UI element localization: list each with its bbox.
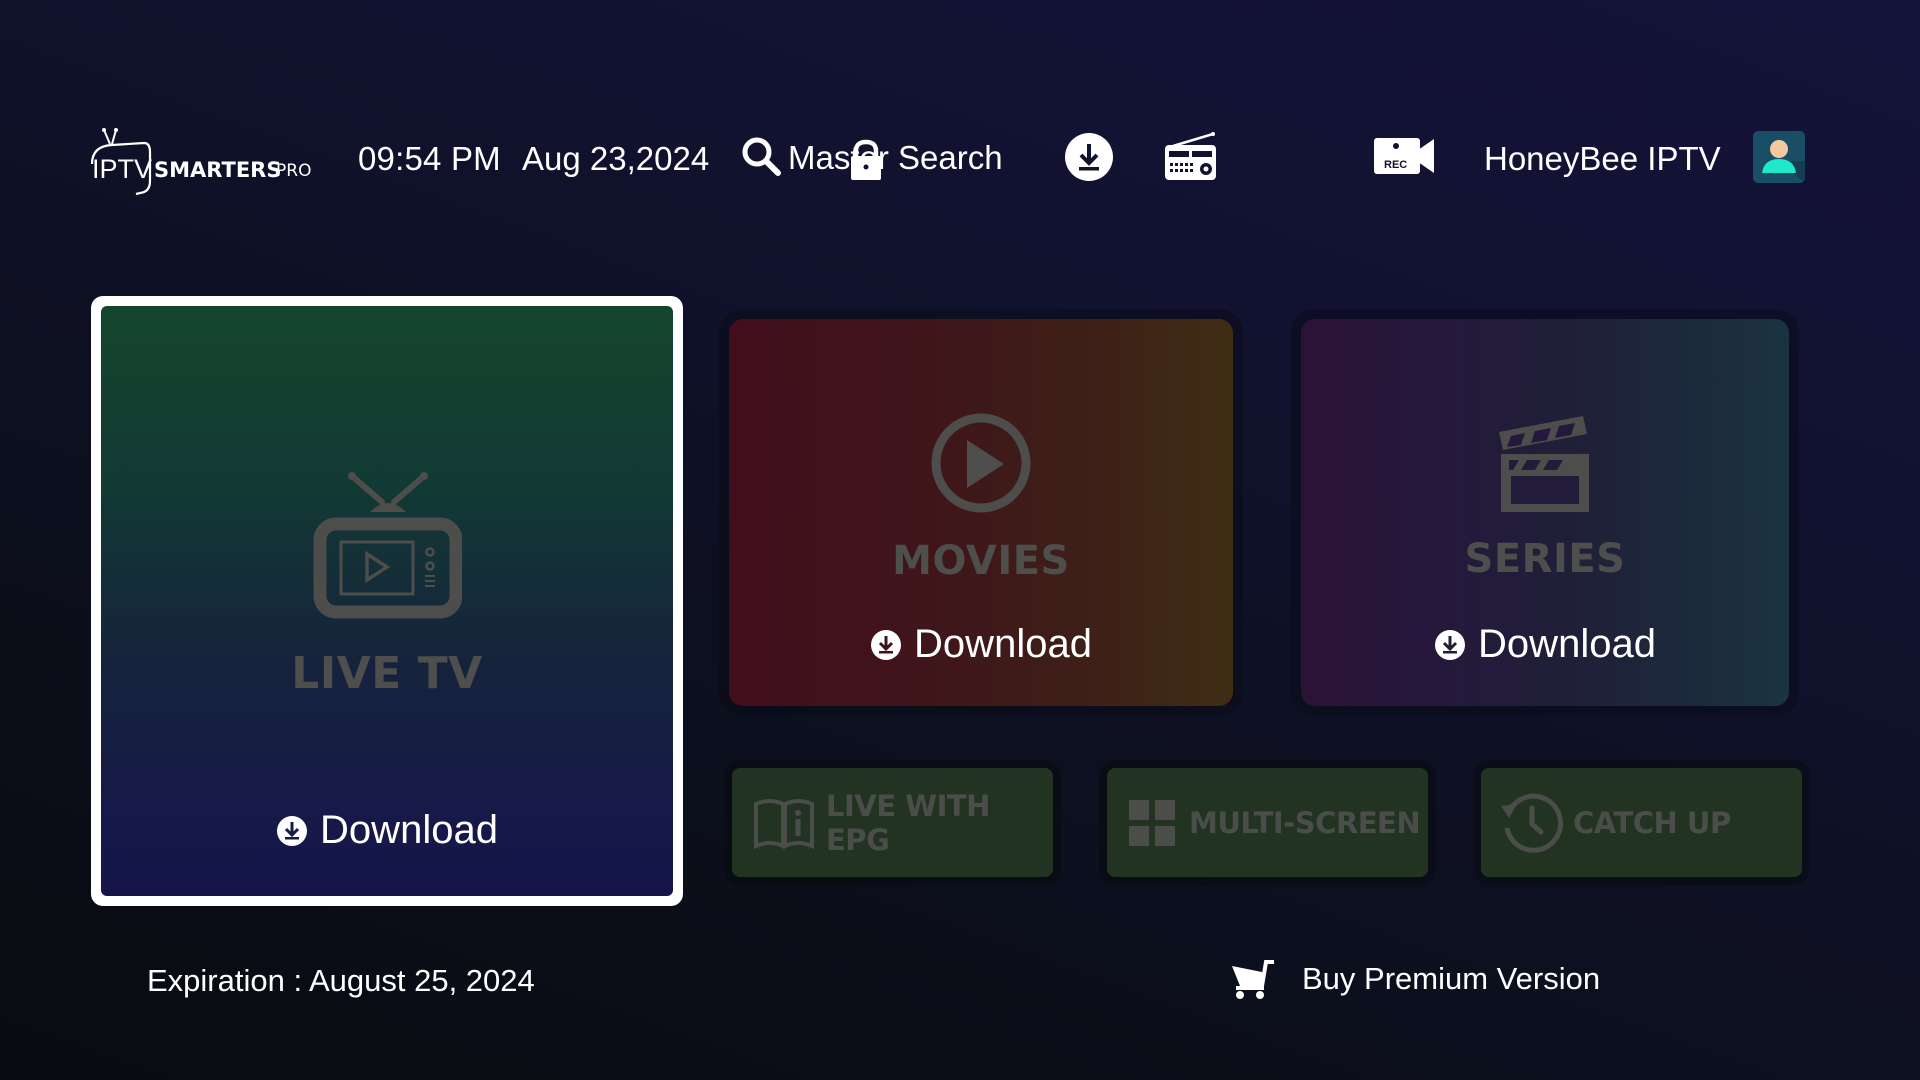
live-tv-title: LIVE TV [291, 648, 483, 699]
live-tv-card-body: LIVE TV Download [101, 306, 673, 896]
clock-date: Aug 23,2024 [522, 140, 710, 177]
lock-icon [848, 139, 884, 186]
downloads-button[interactable] [1064, 132, 1114, 182]
expiration-date: Expiration : August 25, 2024 [147, 963, 535, 998]
download-icon [277, 815, 308, 846]
tv-icon [313, 472, 462, 619]
buy-premium-label: Buy Premium Version [1302, 961, 1601, 996]
svg-text:IPTV: IPTV [92, 154, 152, 184]
download-icon [871, 629, 902, 660]
epg-label-line2: EPG [826, 822, 890, 857]
multi-screen-button[interactable]: MULTI-SCREEN [1107, 768, 1428, 877]
buy-premium-button[interactable]: Buy Premium Version [1230, 958, 1600, 1000]
live-tv-card[interactable]: LIVE TV Download [91, 296, 683, 906]
series-card[interactable]: SERIES Download [1301, 319, 1789, 706]
radio-icon [1165, 132, 1216, 180]
download-label: Download [1478, 622, 1656, 666]
download-label: Download [914, 622, 1092, 666]
download-icon [1435, 629, 1466, 660]
catch-up-label: CATCH UP [1573, 805, 1731, 840]
download-icon [1065, 133, 1113, 181]
clapperboard-icon [1499, 416, 1589, 512]
app-logo: IPTV SMARTERS PRO [88, 126, 318, 198]
svg-text:REC: REC [1384, 159, 1407, 171]
play-circle-icon [931, 413, 1031, 513]
logo-suffix: PRO [276, 161, 312, 181]
epg-label: LIVE WITH EPG [826, 789, 990, 857]
epg-label-line1: LIVE WITH [826, 788, 990, 823]
recordings-button[interactable]: REC [1372, 136, 1436, 176]
master-search-label: Master Search [788, 139, 1003, 176]
live-with-epg-button[interactable]: LIVE WITH EPG [732, 768, 1053, 877]
profile-avatar-button[interactable] [1753, 131, 1805, 183]
movies-download[interactable]: Download [729, 622, 1233, 667]
clock-time: 09:54 PM [358, 140, 501, 177]
radio-button[interactable] [1163, 132, 1218, 182]
series-download[interactable]: Download [1301, 622, 1789, 667]
master-search-button[interactable]: Master Search [740, 133, 1003, 183]
history-icon [1501, 793, 1564, 853]
multi-screen-label: MULTI-SCREEN [1189, 805, 1421, 840]
cart-icon [1232, 960, 1274, 999]
movies-card[interactable]: MOVIES Download [729, 319, 1233, 706]
download-label: Download [320, 808, 498, 852]
search-icon [740, 135, 782, 182]
record-icon: REC [1374, 138, 1434, 174]
book-info-icon [754, 798, 814, 849]
user-name: HoneyBee IPTV [1484, 140, 1721, 177]
series-title: SERIES [1464, 536, 1626, 582]
logo-brand: SMARTERS [154, 158, 282, 182]
catch-up-button[interactable]: CATCH UP [1481, 768, 1802, 877]
live-tv-download[interactable]: Download [101, 808, 673, 853]
movies-title: MOVIES [892, 538, 1070, 584]
grid-icon [1129, 799, 1175, 846]
user-avatar-icon [1762, 140, 1805, 183]
